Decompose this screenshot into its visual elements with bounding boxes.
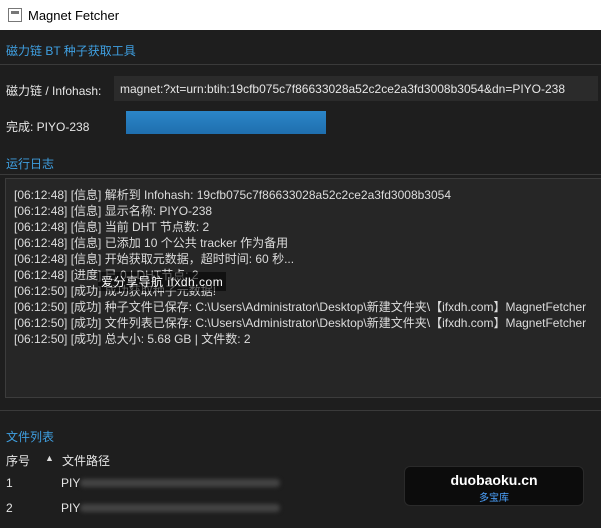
brand-name: duobaoku.cn xyxy=(450,472,538,488)
row-number: 1 xyxy=(6,476,13,490)
log-line: [06:12:50] [成功] 总大小: 5.68 GB | 文件数: 2 xyxy=(14,332,251,346)
blurred-path xyxy=(80,479,280,487)
log-output[interactable]: [06:12:48] [信息] 解析到 Infohash: 19cfb075c7… xyxy=(5,178,601,398)
brand-subtitle: 多宝库 xyxy=(479,493,509,504)
column-header-num[interactable]: 序号 xyxy=(6,452,30,469)
log-line: [06:12:50] [成功] 文件列表已保存: C:\Users\Admini… xyxy=(14,316,587,330)
log-line: [06:12:48] [信息] 当前 DHT 节点数: 2 xyxy=(14,220,210,234)
watermark: 爱分享导航 ifxdh.com xyxy=(98,272,227,291)
sort-ascending-icon[interactable]: ▲ xyxy=(45,453,54,463)
files-divider xyxy=(0,410,601,411)
column-header-path[interactable]: 文件路径 xyxy=(62,452,110,469)
log-line: [06:12:48] [信息] 解析到 Infohash: 19cfb075c7… xyxy=(14,188,451,202)
blurred-path xyxy=(80,504,280,512)
status-label: 完成: PIYO-238 xyxy=(6,120,90,134)
log-divider xyxy=(0,174,601,175)
log-line: [06:12:50] [成功] 种子文件已保存: C:\Users\Admini… xyxy=(14,300,587,314)
tool-title: 磁力链 BT 种子获取工具 xyxy=(6,44,136,58)
app-window-icon xyxy=(8,8,22,22)
log-title: 运行日志 xyxy=(6,157,55,171)
log-line: [06:12:48] [信息] 显示名称: PIYO-238 xyxy=(14,204,213,218)
row-number: 2 xyxy=(6,501,13,515)
magnet-input[interactable] xyxy=(114,76,598,101)
row-path: PIY xyxy=(61,476,81,490)
header-divider xyxy=(0,64,601,65)
file-list-title: 文件列表 xyxy=(6,430,55,444)
progress-bar xyxy=(126,111,326,134)
row-path: PIY xyxy=(61,501,81,515)
window-title: Magnet Fetcher xyxy=(28,7,120,23)
title-bar: Magnet Fetcher xyxy=(0,0,601,30)
magnet-label: 磁力链 / Infohash: xyxy=(6,84,102,98)
progress-fill xyxy=(126,111,326,134)
log-line: [06:12:48] [信息] 开始获取元数据，超时时间: 60 秒... xyxy=(14,252,295,266)
brand-watermark: duobaoku.cn 多宝库 xyxy=(404,466,584,506)
log-line: [06:12:48] [信息] 已添加 10 个公共 tracker 作为备用 xyxy=(14,236,289,250)
